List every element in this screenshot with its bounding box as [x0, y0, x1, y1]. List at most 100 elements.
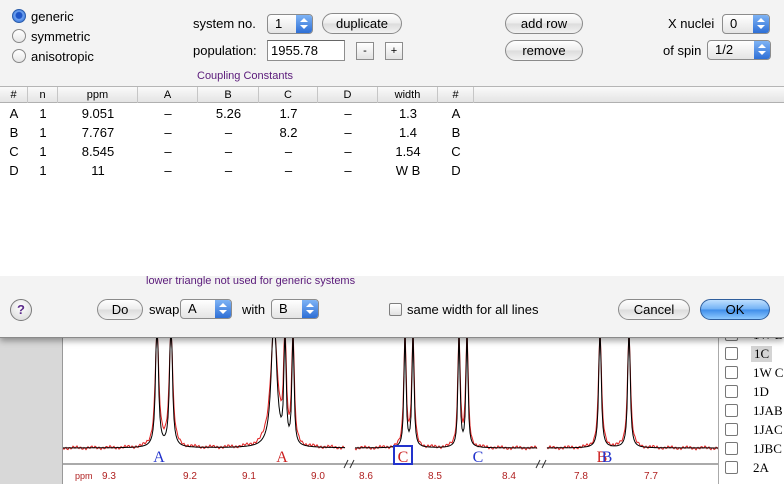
table-cell[interactable]: – [198, 123, 259, 142]
spin-popup[interactable]: 1/2 [707, 40, 771, 60]
swap-popup[interactable]: A [180, 299, 232, 319]
axis-tick-label: 9.0 [311, 471, 325, 482]
lower-triangle-note: lower triangle not used for generic syst… [146, 275, 356, 287]
parameter-list-item[interactable]: 1JAC [719, 421, 784, 439]
x-nuclei-popup[interactable]: 0 [722, 14, 770, 34]
table-cell[interactable]: 1.7 [259, 104, 318, 123]
table-row[interactable]: D 1 11– – – – W BD [0, 161, 784, 180]
parameter-checkbox[interactable] [725, 385, 738, 398]
parameter-checkbox[interactable] [725, 366, 738, 379]
column-header[interactable]: width [378, 87, 438, 103]
axis-tick-label: 8.4 [502, 471, 516, 482]
coupling-constants-title: Coupling Constants [197, 70, 294, 82]
table-cell: B [9, 125, 19, 140]
table-cell[interactable]: – [198, 142, 259, 161]
system-number-popup[interactable]: 1 [267, 14, 313, 34]
parameter-list-item[interactable]: 1D [719, 383, 784, 401]
parameter-checkbox[interactable] [725, 404, 738, 417]
column-header[interactable]: A [138, 87, 198, 103]
system-number-value: 1 [275, 16, 283, 31]
table-cell[interactable]: – [138, 142, 198, 161]
population-field[interactable]: 1955.78 [267, 40, 345, 61]
table-cell[interactable]: – [198, 161, 259, 180]
help-button[interactable]: ? [10, 299, 32, 321]
column-header[interactable]: # [438, 87, 474, 103]
table-cell[interactable]: 9.051 [58, 104, 138, 123]
with-label: with [242, 302, 266, 317]
cancel-button[interactable]: Cancel [618, 299, 690, 320]
experimental-trace [354, 332, 538, 451]
with-popup[interactable]: B [271, 299, 319, 319]
spin-value: 1/2 [715, 42, 734, 57]
swap-value: A [188, 301, 197, 316]
popup-arrows-icon [215, 300, 231, 318]
parameter-label: 1D [753, 384, 769, 399]
parameter-list-item[interactable]: 1C [719, 345, 784, 363]
remove-row-button[interactable]: remove [505, 40, 583, 61]
same-width-checkbox[interactable] [389, 303, 402, 316]
table-cell[interactable]: – [318, 123, 378, 142]
radio-symmetric[interactable]: symmetric [12, 27, 90, 45]
table-cell: B [451, 125, 461, 140]
axis-tick-label: 9.1 [242, 471, 256, 482]
table-cell[interactable]: – [259, 161, 318, 180]
table-row[interactable]: A 1 9.051–5.26 1.7–1.3 A [0, 104, 784, 123]
axis-tick-label: 7.7 [644, 471, 658, 482]
with-value: B [279, 301, 288, 316]
table-cell[interactable]: – [259, 142, 318, 161]
column-header[interactable]: B [198, 87, 259, 103]
table-cell[interactable]: – [138, 123, 198, 142]
parameter-label: 1JAC [753, 422, 783, 437]
table-cell[interactable]: – [318, 161, 378, 180]
population-decrease-button[interactable]: - [356, 42, 374, 60]
table-cell[interactable]: 7.767 [58, 123, 138, 142]
x-nuclei-value: 0 [730, 16, 738, 31]
duplicate-button[interactable]: duplicate [322, 13, 402, 34]
column-header[interactable]: n [28, 87, 58, 103]
add-row-button[interactable]: add row [505, 13, 583, 34]
parameter-list-item[interactable]: 1JAB [719, 402, 784, 420]
coupling-table: # n ppm A B C Dwidth # A 1 9.051–5.26 1.7–1.3 A B 1 7.… [0, 86, 784, 276]
column-header[interactable]: C [259, 87, 318, 103]
radio-generic-label: generic [31, 8, 74, 24]
column-header[interactable]: ppm [58, 87, 138, 103]
do-button[interactable]: Do [97, 299, 143, 320]
table-cell[interactable]: – [138, 161, 198, 180]
table-cell[interactable]: 8.2 [259, 123, 318, 142]
parameter-list-item[interactable]: 2A [719, 459, 784, 477]
spectrum-svg: 9.3 9.2 9.1 9.0 8.6 8.5 8.4 7.8 7.7ppmA A C C BB [63, 332, 719, 482]
table-cell: 1 [39, 106, 47, 121]
radio-anisotropic[interactable]: anisotropic [12, 47, 94, 65]
parameter-list-item[interactable]: 1JBC [719, 440, 784, 458]
table-cell: D [9, 163, 19, 178]
table-cell[interactable]: 1.3 [378, 104, 438, 123]
table-cell[interactable]: W B [378, 161, 438, 180]
parameter-list-item[interactable]: 1W C [719, 364, 784, 382]
ok-button[interactable]: OK [700, 299, 770, 320]
table-cell: A [451, 106, 461, 121]
table-cell[interactable]: 11 [58, 161, 138, 180]
parameter-checkbox[interactable] [725, 347, 738, 360]
table-cell[interactable]: – [318, 142, 378, 161]
table-cell[interactable]: 5.26 [198, 104, 259, 123]
population-increase-button[interactable]: + [385, 42, 403, 60]
parameter-checkbox[interactable] [725, 442, 738, 455]
column-header[interactable]: # [0, 87, 28, 103]
radio-generic[interactable]: generic [12, 7, 74, 25]
table-cell[interactable]: – [318, 104, 378, 123]
parameter-checkbox[interactable] [725, 423, 738, 436]
table-cell[interactable]: 1.54 [378, 142, 438, 161]
table-row[interactable]: B 1 7.767– –8.2–1.4 B [0, 123, 784, 142]
radio-button-icon [12, 49, 26, 63]
peak-label: A [276, 449, 288, 466]
spectrum-plot: 9.3 9.2 9.1 9.0 8.6 8.5 8.4 7.8 7.7 ppm A A C C B B [62, 332, 719, 484]
table-cell[interactable]: 1.4 [378, 123, 438, 142]
axis-tick-label: 9.2 [183, 471, 197, 482]
parameter-checkbox[interactable] [725, 461, 738, 474]
axis-tick-label: 8.6 [359, 471, 373, 482]
table-row[interactable]: C 1 8.545– – – –1.54 C [0, 142, 784, 161]
table-cell[interactable]: 8.545 [58, 142, 138, 161]
column-header[interactable]: D [318, 87, 378, 103]
parameter-list: 1W B1C1W C1D1JAB1JAC1JBC2A [718, 327, 784, 484]
table-cell[interactable]: – [138, 104, 198, 123]
